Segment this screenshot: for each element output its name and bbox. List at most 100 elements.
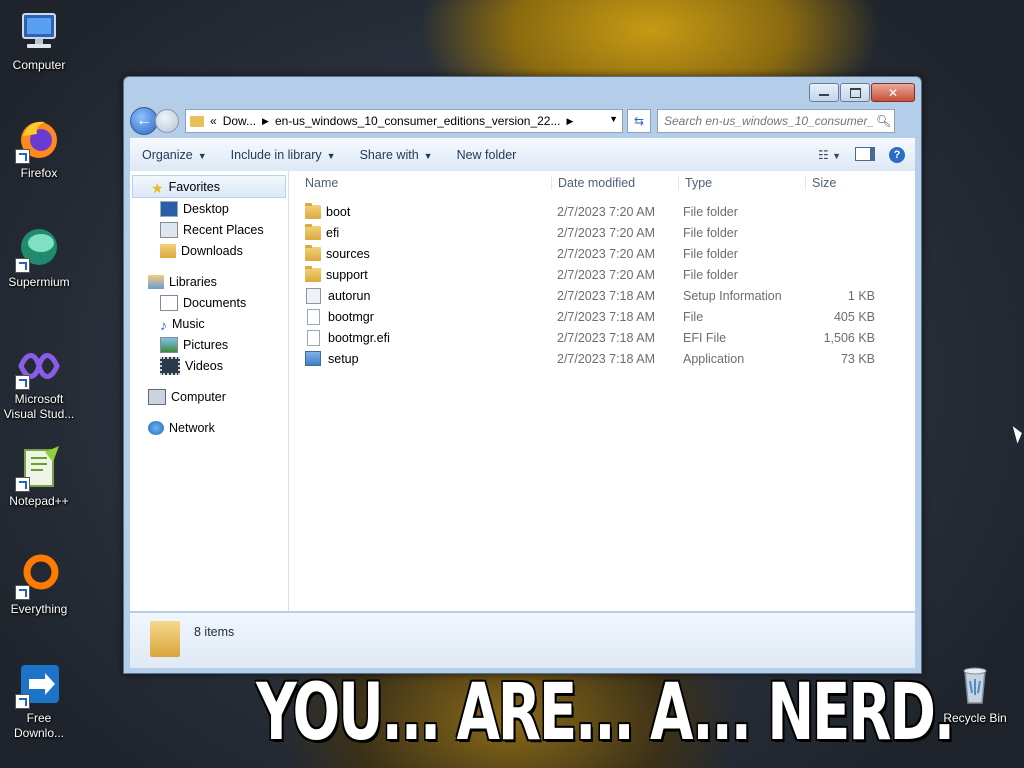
- folder-icon: [305, 265, 321, 282]
- breadcrumb-downloads[interactable]: Dow...: [223, 114, 256, 128]
- file-icon: [307, 308, 320, 325]
- nav-computer[interactable]: Computer: [130, 386, 288, 407]
- chevron-down-icon: ▼: [326, 151, 336, 161]
- file-date: 2/7/2023 7:20 AM: [557, 225, 655, 240]
- column-header-date-modified[interactable]: Date modified: [551, 176, 678, 190]
- table-row[interactable]: boot 2/7/2023 7:20 AM File folder: [289, 201, 915, 222]
- desktop-icon-supermium[interactable]: Supermium: [1, 225, 77, 290]
- help-button[interactable]: ?: [889, 147, 905, 163]
- file-name-cell: sources: [289, 244, 551, 261]
- include-in-library-menu[interactable]: Include in library ▼: [219, 148, 348, 162]
- navigation-pane: ★ Favorites Desktop Recent Places Downloa…: [130, 171, 289, 611]
- search-box: 🔍︎: [657, 109, 895, 133]
- share-with-menu[interactable]: Share with ▼: [348, 148, 445, 162]
- file-date: 2/7/2023 7:18 AM: [557, 288, 655, 303]
- desktop-icon-notepadpp[interactable]: Notepad++: [1, 444, 77, 509]
- supermium-icon: [15, 225, 63, 273]
- computer-icon: [15, 8, 63, 56]
- table-row[interactable]: efi 2/7/2023 7:20 AM File folder: [289, 222, 915, 243]
- file-name-cell: efi: [289, 223, 551, 240]
- table-row[interactable]: autorun 2/7/2023 7:18 AM Setup Information…: [289, 285, 915, 306]
- address-dropdown-icon[interactable]: ▼: [609, 114, 618, 124]
- nav-label: Videos: [185, 358, 223, 373]
- folder-icon: [150, 621, 180, 657]
- file-date: 2/7/2023 7:20 AM: [557, 267, 655, 282]
- file-size: 1 KB: [847, 288, 875, 303]
- file-name: efi: [326, 225, 340, 240]
- organize-menu[interactable]: Organize ▼: [130, 148, 219, 162]
- setup-info-icon: [306, 287, 321, 304]
- title-bar[interactable]: ✕: [124, 77, 921, 107]
- table-row[interactable]: bootmgr.efi 2/7/2023 7:18 AM EFI File 1,506…: [289, 327, 915, 348]
- column-header-type[interactable]: Type: [678, 176, 805, 190]
- nav-favorites[interactable]: ★ Favorites: [132, 175, 286, 198]
- desktop-icon-label: Firefox: [20, 166, 58, 180]
- view-options-button[interactable]: ☷ ▼: [818, 148, 841, 162]
- desktop-icon-firefox[interactable]: Firefox: [1, 116, 77, 181]
- file-type: EFI File: [683, 330, 727, 345]
- file-name: support: [326, 267, 368, 282]
- column-header-name[interactable]: Name: [289, 176, 551, 190]
- nav-recent-places[interactable]: Recent Places: [130, 219, 288, 240]
- breadcrumb-overflow[interactable]: «: [210, 114, 217, 128]
- file-name: bootmgr: [328, 309, 374, 324]
- column-header-size[interactable]: Size: [805, 176, 890, 190]
- nav-label: Computer: [171, 389, 226, 404]
- file-date: 2/7/2023 7:20 AM: [557, 204, 655, 219]
- nav-label: Music: [172, 316, 205, 331]
- nav-desktop[interactable]: Desktop: [130, 198, 288, 219]
- desktop-icon-label: Recycle Bin: [943, 711, 1007, 725]
- everything-icon: [15, 552, 63, 600]
- back-button[interactable]: ←: [130, 107, 158, 135]
- file-type: File folder: [683, 267, 738, 282]
- breadcrumb-current-folder[interactable]: en-us_windows_10_consumer_editions_versi…: [275, 114, 561, 128]
- nav-libraries[interactable]: Libraries: [130, 271, 288, 292]
- desktop-icon-everything[interactable]: Everything: [1, 552, 77, 617]
- file-name-cell: support: [289, 265, 551, 282]
- desktop-icon-free-download[interactable]: Free Downlo...: [1, 661, 77, 741]
- breadcrumb-separator-icon[interactable]: ▶: [566, 116, 573, 127]
- nav-videos[interactable]: Videos: [130, 355, 288, 376]
- wallpaper-meme-text: YOU... ARE... A... NERD.: [256, 668, 955, 758]
- file-size: 73 KB: [840, 351, 875, 366]
- documents-icon: [160, 294, 178, 311]
- maximize-button[interactable]: [840, 83, 870, 102]
- address-bar[interactable]: « Dow... ▶ en-us_windows_10_consumer_edi…: [185, 109, 623, 133]
- nav-network[interactable]: Network: [130, 417, 288, 438]
- search-icon[interactable]: 🔍︎: [876, 114, 891, 128]
- close-button[interactable]: ✕: [871, 83, 915, 102]
- nav-downloads[interactable]: Downloads: [130, 240, 288, 261]
- table-row[interactable]: bootmgr 2/7/2023 7:18 AM File 405 KB: [289, 306, 915, 327]
- file-date: 2/7/2023 7:18 AM: [557, 330, 655, 345]
- videos-icon: [160, 356, 180, 375]
- table-row[interactable]: sources 2/7/2023 7:20 AM File folder: [289, 243, 915, 264]
- music-icon: ♪: [160, 316, 167, 333]
- table-row[interactable]: setup 2/7/2023 7:18 AM Application 73 KB: [289, 348, 915, 369]
- search-input[interactable]: [658, 113, 876, 129]
- downloads-icon: [160, 243, 176, 258]
- file-type: File folder: [683, 246, 738, 261]
- desktop-icon-computer[interactable]: Computer: [1, 8, 77, 73]
- nav-label: Downloads: [181, 243, 243, 258]
- desktop-icon-label: Computer: [12, 58, 66, 72]
- preview-pane-button[interactable]: [855, 146, 875, 164]
- breadcrumb-separator-icon[interactable]: ▶: [262, 116, 269, 127]
- minimize-button[interactable]: [809, 83, 839, 102]
- nav-documents[interactable]: Documents: [130, 292, 288, 313]
- chevron-down-icon: ▼: [197, 151, 207, 161]
- pictures-icon: [160, 336, 178, 353]
- file-type: Setup Information: [683, 288, 782, 303]
- refresh-button[interactable]: ⇆: [627, 109, 651, 133]
- nav-pictures[interactable]: Pictures: [130, 334, 288, 355]
- nav-music[interactable]: ♪ Music: [130, 313, 288, 334]
- new-folder-button[interactable]: New folder: [445, 148, 529, 162]
- help-icon: ?: [889, 147, 905, 163]
- file-name: autorun: [328, 288, 371, 303]
- file-name: bootmgr.efi: [328, 330, 390, 345]
- folder-icon: [190, 115, 204, 127]
- desktop-icon-recycle-bin[interactable]: Recycle Bin: [937, 661, 1013, 726]
- close-icon: ✕: [887, 85, 899, 100]
- forward-button[interactable]: [155, 109, 179, 133]
- table-row[interactable]: support 2/7/2023 7:20 AM File folder: [289, 264, 915, 285]
- desktop-icon-visual-studio[interactable]: Microsoft Visual Stud...: [1, 342, 77, 422]
